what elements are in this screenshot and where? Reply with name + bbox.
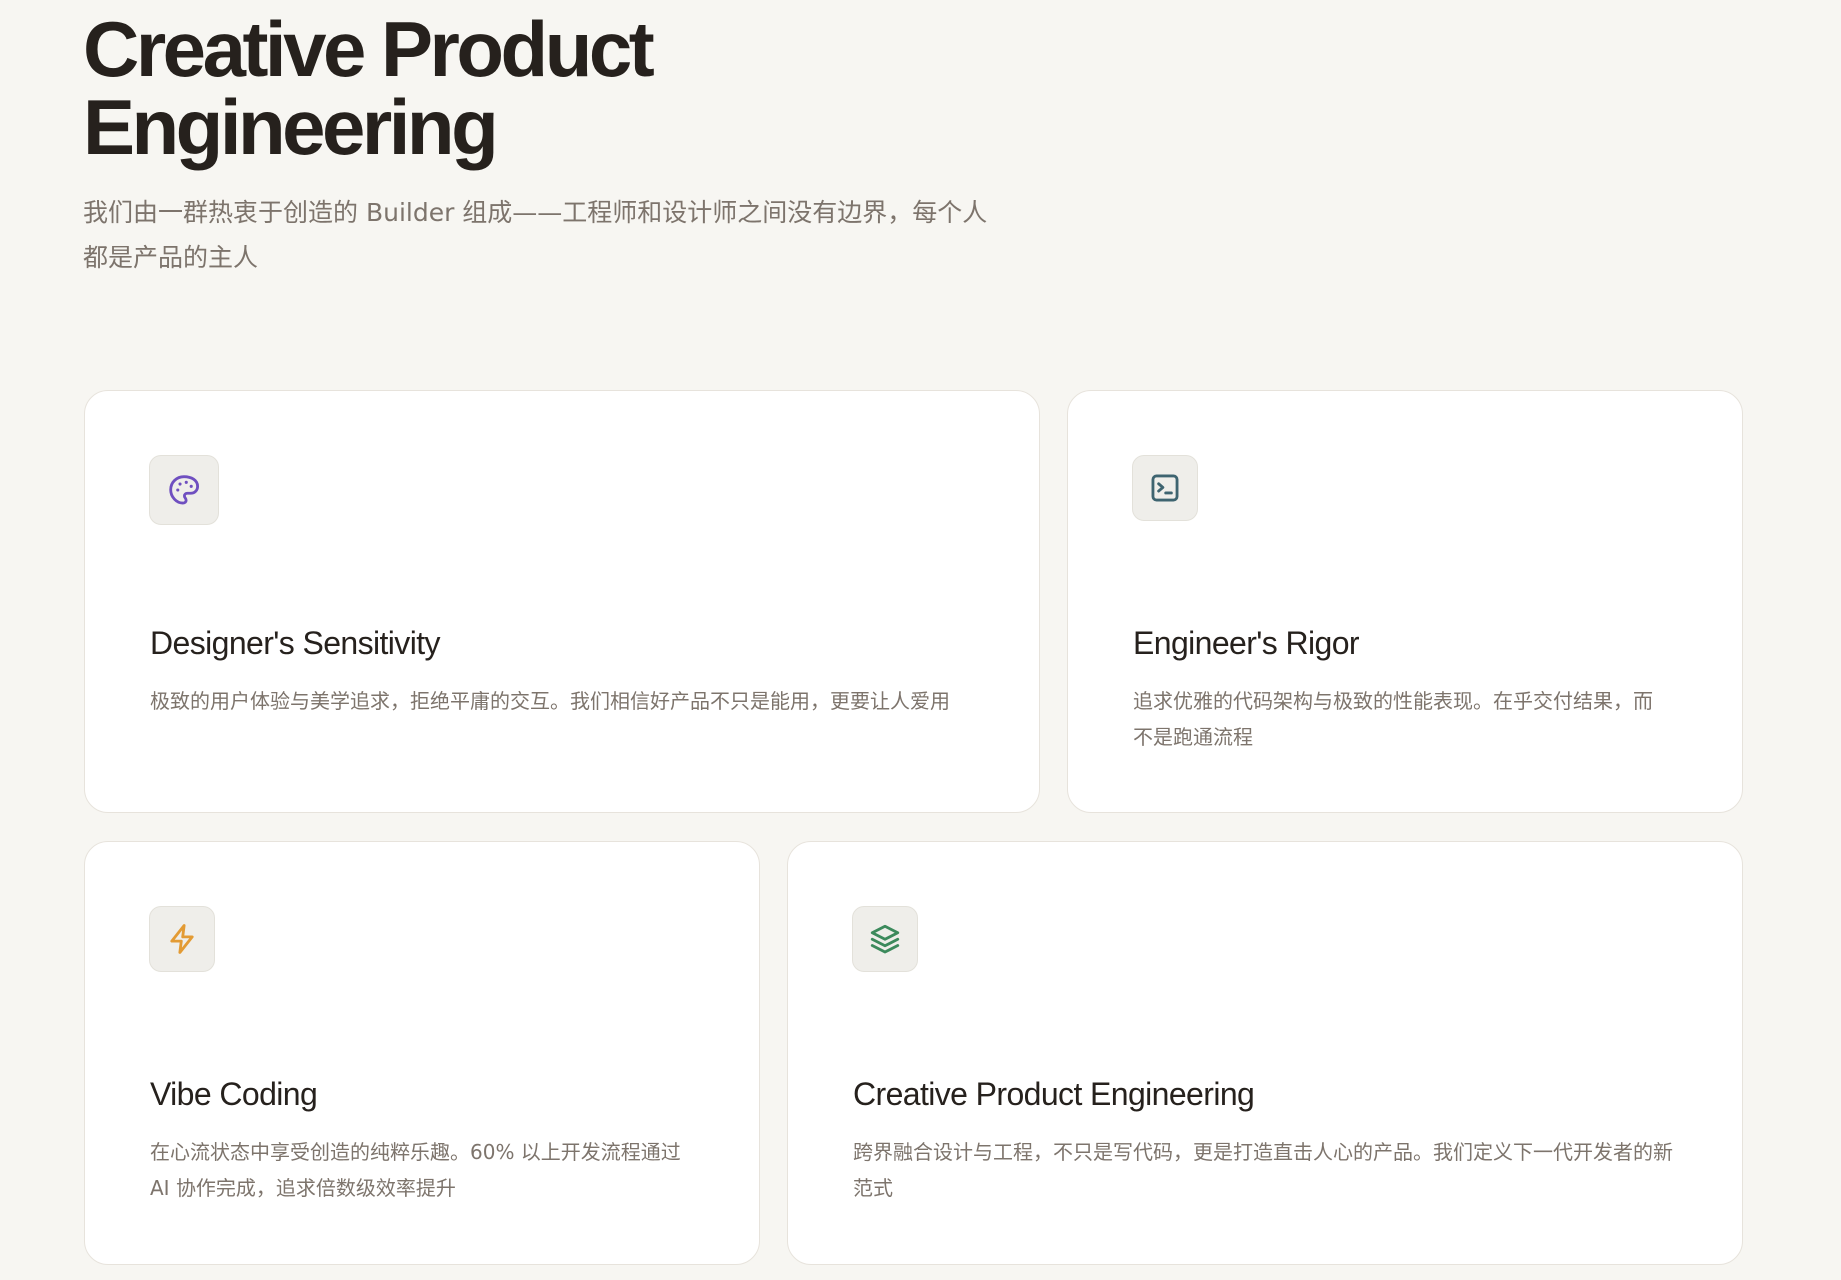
layers-icon-badge (852, 906, 918, 972)
card-title: Engineer's Rigor (1133, 625, 1360, 661)
card-description: 追求优雅的代码架构与极致的性能表现。在乎交付结果，而不是跑通流程 (1133, 689, 1653, 749)
card-title: Creative Product Engineering (853, 1076, 1255, 1112)
palette-icon (169, 475, 200, 505)
card-title: Vibe Coding (150, 1076, 318, 1112)
layers-icon (870, 924, 900, 954)
card-title: Designer's Sensitivity (150, 625, 441, 661)
page-subtitle: 我们由一群热衷于创造的 Builder 组成——工程师和设计师之间没有边界，每个… (83, 198, 988, 272)
card-description: 在心流状态中享受创造的纯粹乐趣。60% 以上开发流程通过 AI 协作完成，追求倍… (150, 1140, 681, 1200)
terminal-icon-badge (1132, 455, 1198, 521)
card-description: 极致的用户体验与美学追求，拒绝平庸的交互。我们相信好产品不只是能用，更要让人爱用 (150, 689, 950, 713)
card-engineers-rigor: Engineer's Rigor 追求优雅的代码架构与极致的性能表现。在乎交付结… (1067, 390, 1743, 813)
card-vibe-coding: Vibe Coding 在心流状态中享受创造的纯粹乐趣。60% 以上开发流程通过… (84, 841, 760, 1265)
card-designers-sensitivity: Designer's Sensitivity 极致的用户体验与美学追求，拒绝平庸… (84, 390, 1040, 813)
card-creative-product-engineering: Creative Product Engineering 跨界融合设计与工程，不… (787, 841, 1743, 1265)
page-title: Creative Product Engineering (83, 5, 655, 171)
card-description: 跨界融合设计与工程，不只是写代码，更是打造直击人心的产品。我们定义下一代开发者的… (853, 1140, 1673, 1200)
hero-section: Creative Product Engineering 我们由一群热衷于创造的… (83, 10, 1183, 280)
lightning-icon (170, 924, 194, 954)
terminal-icon (1151, 474, 1179, 502)
lightning-icon-badge (149, 906, 215, 972)
palette-icon-badge (149, 455, 219, 525)
